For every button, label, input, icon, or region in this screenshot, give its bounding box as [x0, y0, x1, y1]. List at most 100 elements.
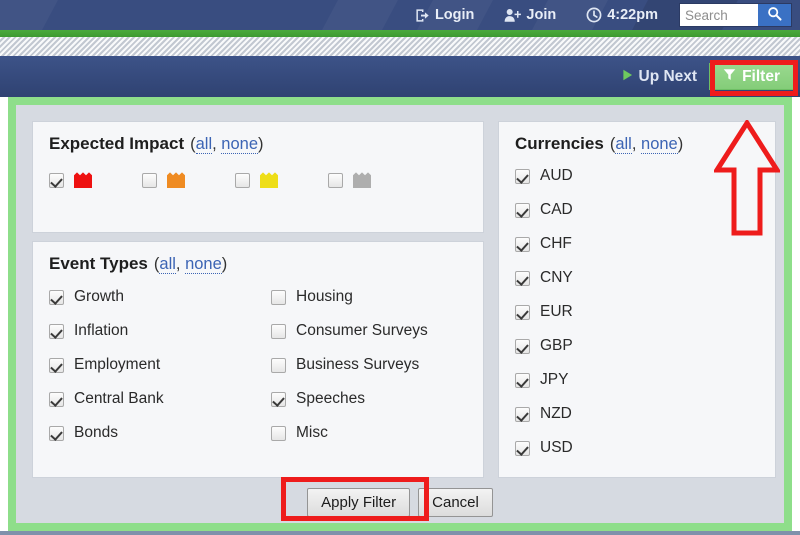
event-type-consumer-surveys[interactable]: Consumer Surveys — [271, 314, 467, 348]
expected-impact-title-row: Expected Impact (all, none) — [49, 134, 467, 154]
currency-usd[interactable]: USD — [515, 431, 759, 465]
apply-filter-button[interactable]: Apply Filter — [307, 488, 411, 517]
business-surveys-label: Business Surveys — [296, 356, 420, 373]
jpy-label: JPY — [540, 371, 569, 388]
bonds-label: Bonds — [74, 424, 118, 441]
top-navigation: Login Join 4:22pm Search — [400, 0, 800, 30]
growth-checkbox[interactable] — [49, 289, 64, 305]
impact-low-checkbox[interactable] — [235, 172, 250, 188]
user-add-icon — [504, 8, 522, 23]
search-container — [679, 3, 792, 27]
business-surveys-checkbox[interactable] — [271, 357, 286, 373]
currencies-select-all-link[interactable]: all — [615, 135, 632, 154]
housing-checkbox[interactable] — [271, 289, 286, 305]
login-icon — [415, 8, 430, 23]
toolbar-actions: Up Next Filter — [610, 63, 794, 90]
gbp-checkbox[interactable] — [515, 338, 530, 354]
event-types-title-row: Event Types (all, none) — [49, 254, 467, 274]
event-type-misc[interactable]: Misc — [271, 416, 467, 450]
housing-label: Housing — [296, 288, 353, 305]
cad-checkbox[interactable] — [515, 202, 530, 218]
clock-icon — [586, 7, 602, 23]
event-type-bonds[interactable]: Bonds — [49, 416, 271, 450]
event-type-employment[interactable]: Employment — [49, 348, 271, 382]
currency-nzd[interactable]: NZD — [515, 397, 759, 431]
jpy-checkbox[interactable] — [515, 372, 530, 388]
impact-level-low[interactable] — [235, 171, 328, 189]
currency-cny[interactable]: CNY — [515, 261, 759, 295]
header-diagonal-accent — [0, 0, 58, 30]
currency-gbp[interactable]: GBP — [515, 329, 759, 363]
currencies-title-row: Currencies (all, none) — [515, 134, 759, 154]
impact-select-all-link[interactable]: all — [195, 135, 213, 154]
aud-checkbox[interactable] — [515, 168, 530, 184]
filter-columns: Expected Impact (all, none) Event Types … — [24, 113, 776, 517]
cancel-button[interactable]: Cancel — [418, 488, 493, 517]
page-root: Login Join 4:22pm Search Up Next Filter … — [0, 0, 800, 535]
currency-jpy[interactable]: JPY — [515, 363, 759, 397]
bonds-checkbox[interactable] — [49, 425, 64, 441]
event-type-growth[interactable]: Growth — [49, 280, 271, 314]
currencies-title: Currencies — [515, 134, 604, 153]
event-type-central-bank[interactable]: Central Bank — [49, 382, 271, 416]
event-type-business-surveys[interactable]: Business Surveys — [271, 348, 467, 382]
cny-checkbox[interactable] — [515, 270, 530, 286]
employment-checkbox[interactable] — [49, 357, 64, 373]
inflation-checkbox[interactable] — [49, 323, 64, 339]
eur-checkbox[interactable] — [515, 304, 530, 320]
bottom-edge-strip — [0, 531, 800, 535]
currency-cad[interactable]: CAD — [515, 193, 759, 227]
play-icon — [622, 63, 633, 90]
non-economic-flag-icon — [352, 171, 372, 189]
search-input[interactable] — [680, 4, 758, 26]
nzd-checkbox[interactable] — [515, 406, 530, 422]
aud-label: AUD — [540, 167, 573, 184]
event-type-speeches[interactable]: Speeches — [271, 382, 467, 416]
inflation-label: Inflation — [74, 322, 129, 339]
up-next-button[interactable]: Up Next — [610, 63, 710, 90]
gbp-label: GBP — [540, 337, 573, 354]
cny-label: CNY — [540, 269, 573, 286]
impact-high-checkbox[interactable] — [49, 172, 64, 188]
impact-level-high[interactable] — [49, 171, 142, 189]
chf-checkbox[interactable] — [515, 236, 530, 252]
misc-checkbox[interactable] — [271, 425, 286, 441]
impact-medium-checkbox[interactable] — [142, 172, 157, 188]
cad-label: CAD — [540, 201, 573, 218]
event-type-inflation[interactable]: Inflation — [49, 314, 271, 348]
funnel-icon — [723, 68, 736, 86]
header-diagonal-accent — [322, 0, 398, 30]
speeches-checkbox[interactable] — [271, 391, 286, 407]
currency-eur[interactable]: EUR — [515, 295, 759, 329]
impact-level-none[interactable] — [328, 171, 421, 189]
event-links-group: (all, none) — [154, 255, 227, 274]
events-select-all-link[interactable]: all — [159, 255, 176, 274]
event-types-right-column: Housing Consumer Surveys Business Survey… — [271, 280, 467, 450]
search-button[interactable] — [758, 4, 791, 26]
currencies-select-none-link[interactable]: none — [641, 135, 678, 154]
impact-select-none-link[interactable]: none — [221, 135, 259, 154]
impact-links-group: (all, none) — [190, 135, 264, 154]
currency-list: AUD CAD CHF CNY EUR GBP JPY NZD USD — [515, 159, 759, 465]
current-time-label: 4:22pm — [607, 7, 658, 23]
impact-nonecon-checkbox[interactable] — [328, 172, 343, 188]
events-select-none-link[interactable]: none — [185, 255, 222, 274]
event-types-section: Event Types (all, none) Growth Inflation… — [32, 241, 484, 478]
hatched-divider-band — [0, 37, 800, 56]
green-accent-stripe — [0, 30, 800, 37]
currency-chf[interactable]: CHF — [515, 227, 759, 261]
login-button[interactable]: Login — [400, 0, 489, 30]
usd-checkbox[interactable] — [515, 440, 530, 456]
consumer-surveys-checkbox[interactable] — [271, 323, 286, 339]
top-header-bar: Login Join 4:22pm Search — [0, 0, 800, 30]
currency-aud[interactable]: AUD — [515, 159, 759, 193]
event-type-housing[interactable]: Housing — [271, 280, 467, 314]
close-paren: ) — [677, 135, 684, 153]
low-impact-flag-icon — [259, 171, 279, 189]
clock-time-display[interactable]: 4:22pm — [571, 0, 673, 30]
impact-level-medium[interactable] — [142, 171, 235, 189]
eur-label: EUR — [540, 303, 573, 320]
join-button[interactable]: Join — [489, 0, 571, 30]
filter-button[interactable]: Filter — [709, 63, 794, 90]
central-bank-checkbox[interactable] — [49, 391, 64, 407]
